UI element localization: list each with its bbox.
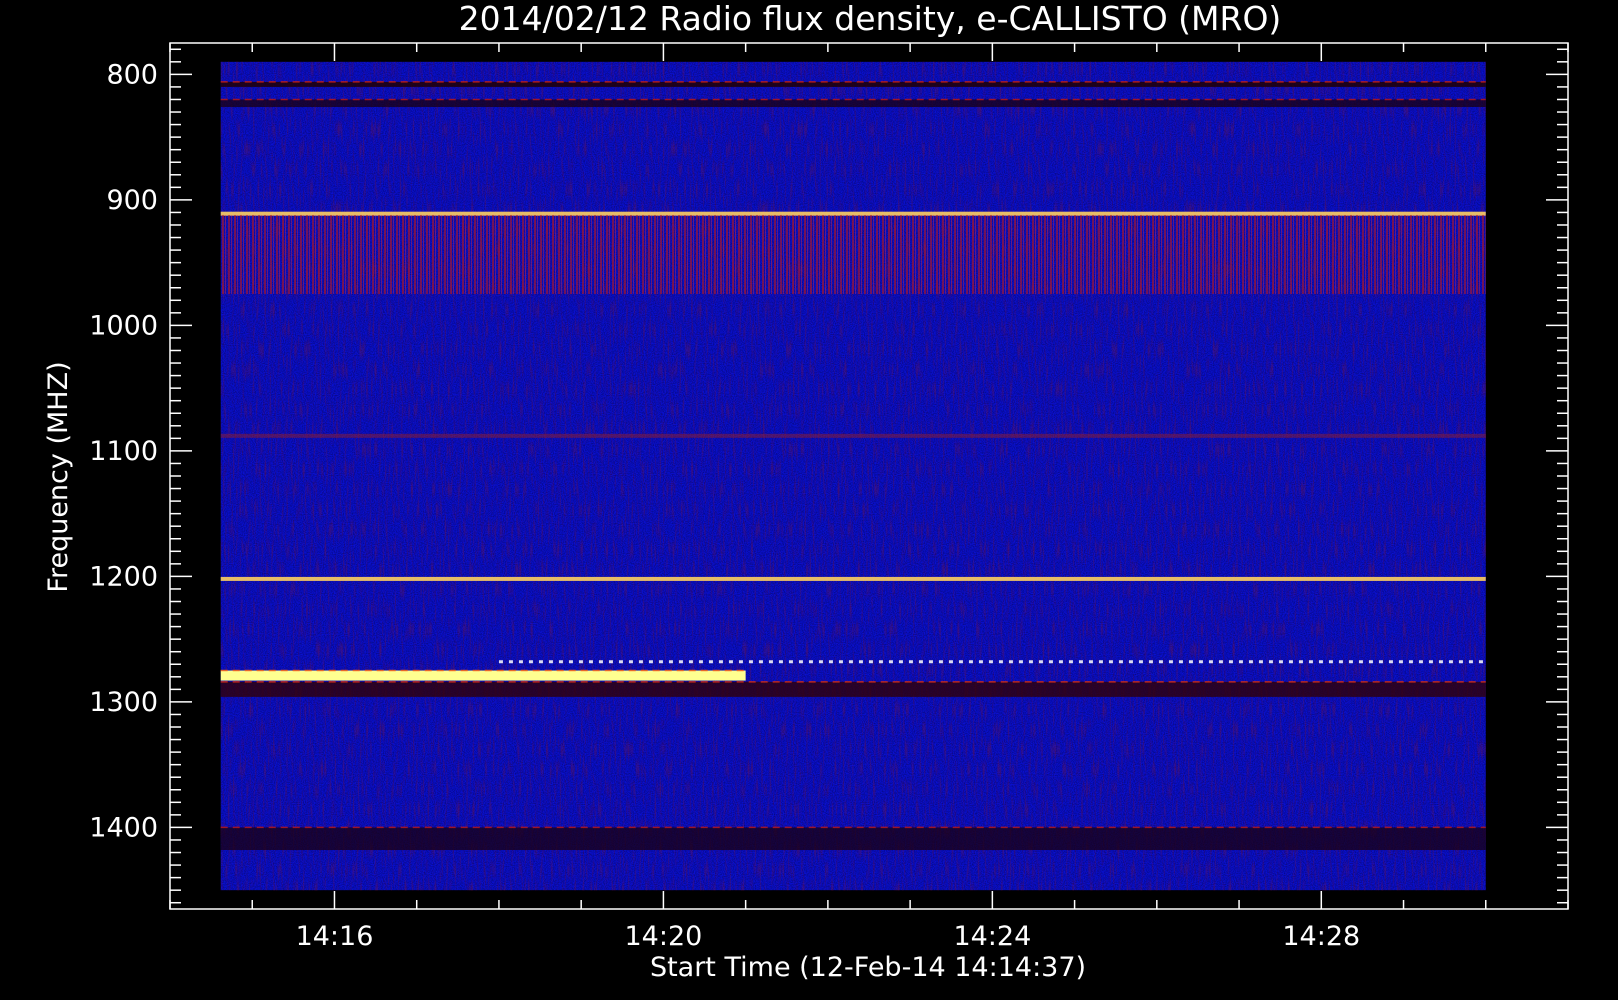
x-tick-label: 14:16 [296,921,374,952]
spectrogram-band-0 [220,81,1486,87]
plot-area [220,61,1486,891]
spectrogram-band-mark [220,81,1486,87]
y-tick-label: 1300 [89,687,158,718]
spectrogram-line-4 [220,433,1486,438]
y-tick-label: 1400 [89,812,158,843]
x-tick-label: 14:28 [1282,921,1360,952]
spectrogram-chart: 2014/02/12 Radio flux density, e-CALLIST… [43,0,1569,983]
y-tick-label: 1200 [89,561,158,592]
spectrogram-band-8 [220,681,1486,697]
spectrogram-burst-7 [220,669,746,681]
x-tick-label: 14:20 [625,921,703,952]
spectrogram-line-mark [220,576,1486,581]
spectrogram-band-1 [220,98,1486,108]
y-tick-label: 1100 [89,436,158,467]
spectrogram-band-3 [220,214,1486,295]
spectrogram-band-mark [220,99,1486,108]
spectrogram-band-9 [220,826,1486,851]
spectrogram-line-mark [220,433,1486,438]
spectrogram-red-speckle [220,61,1486,891]
spectrogram-burst-mark [220,670,746,681]
spectrogram-band-mark [220,827,1486,851]
spectrogram-line-5 [220,576,1486,581]
y-axis-label: Frequency (MHZ) [43,361,74,592]
chart-title: 2014/02/12 Radio flux density, e-CALLIST… [459,0,1282,38]
spectrogram-band-mark [220,214,1486,295]
y-tick-label: 1000 [89,310,158,341]
x-tick-label: 14:24 [953,921,1031,952]
spectrogram-band-mark [220,681,1486,697]
y-tick-label: 800 [106,59,158,90]
y-tick-label: 900 [106,185,158,216]
x-axis-label: Start Time (12-Feb-14 14:14:37) [650,952,1086,983]
